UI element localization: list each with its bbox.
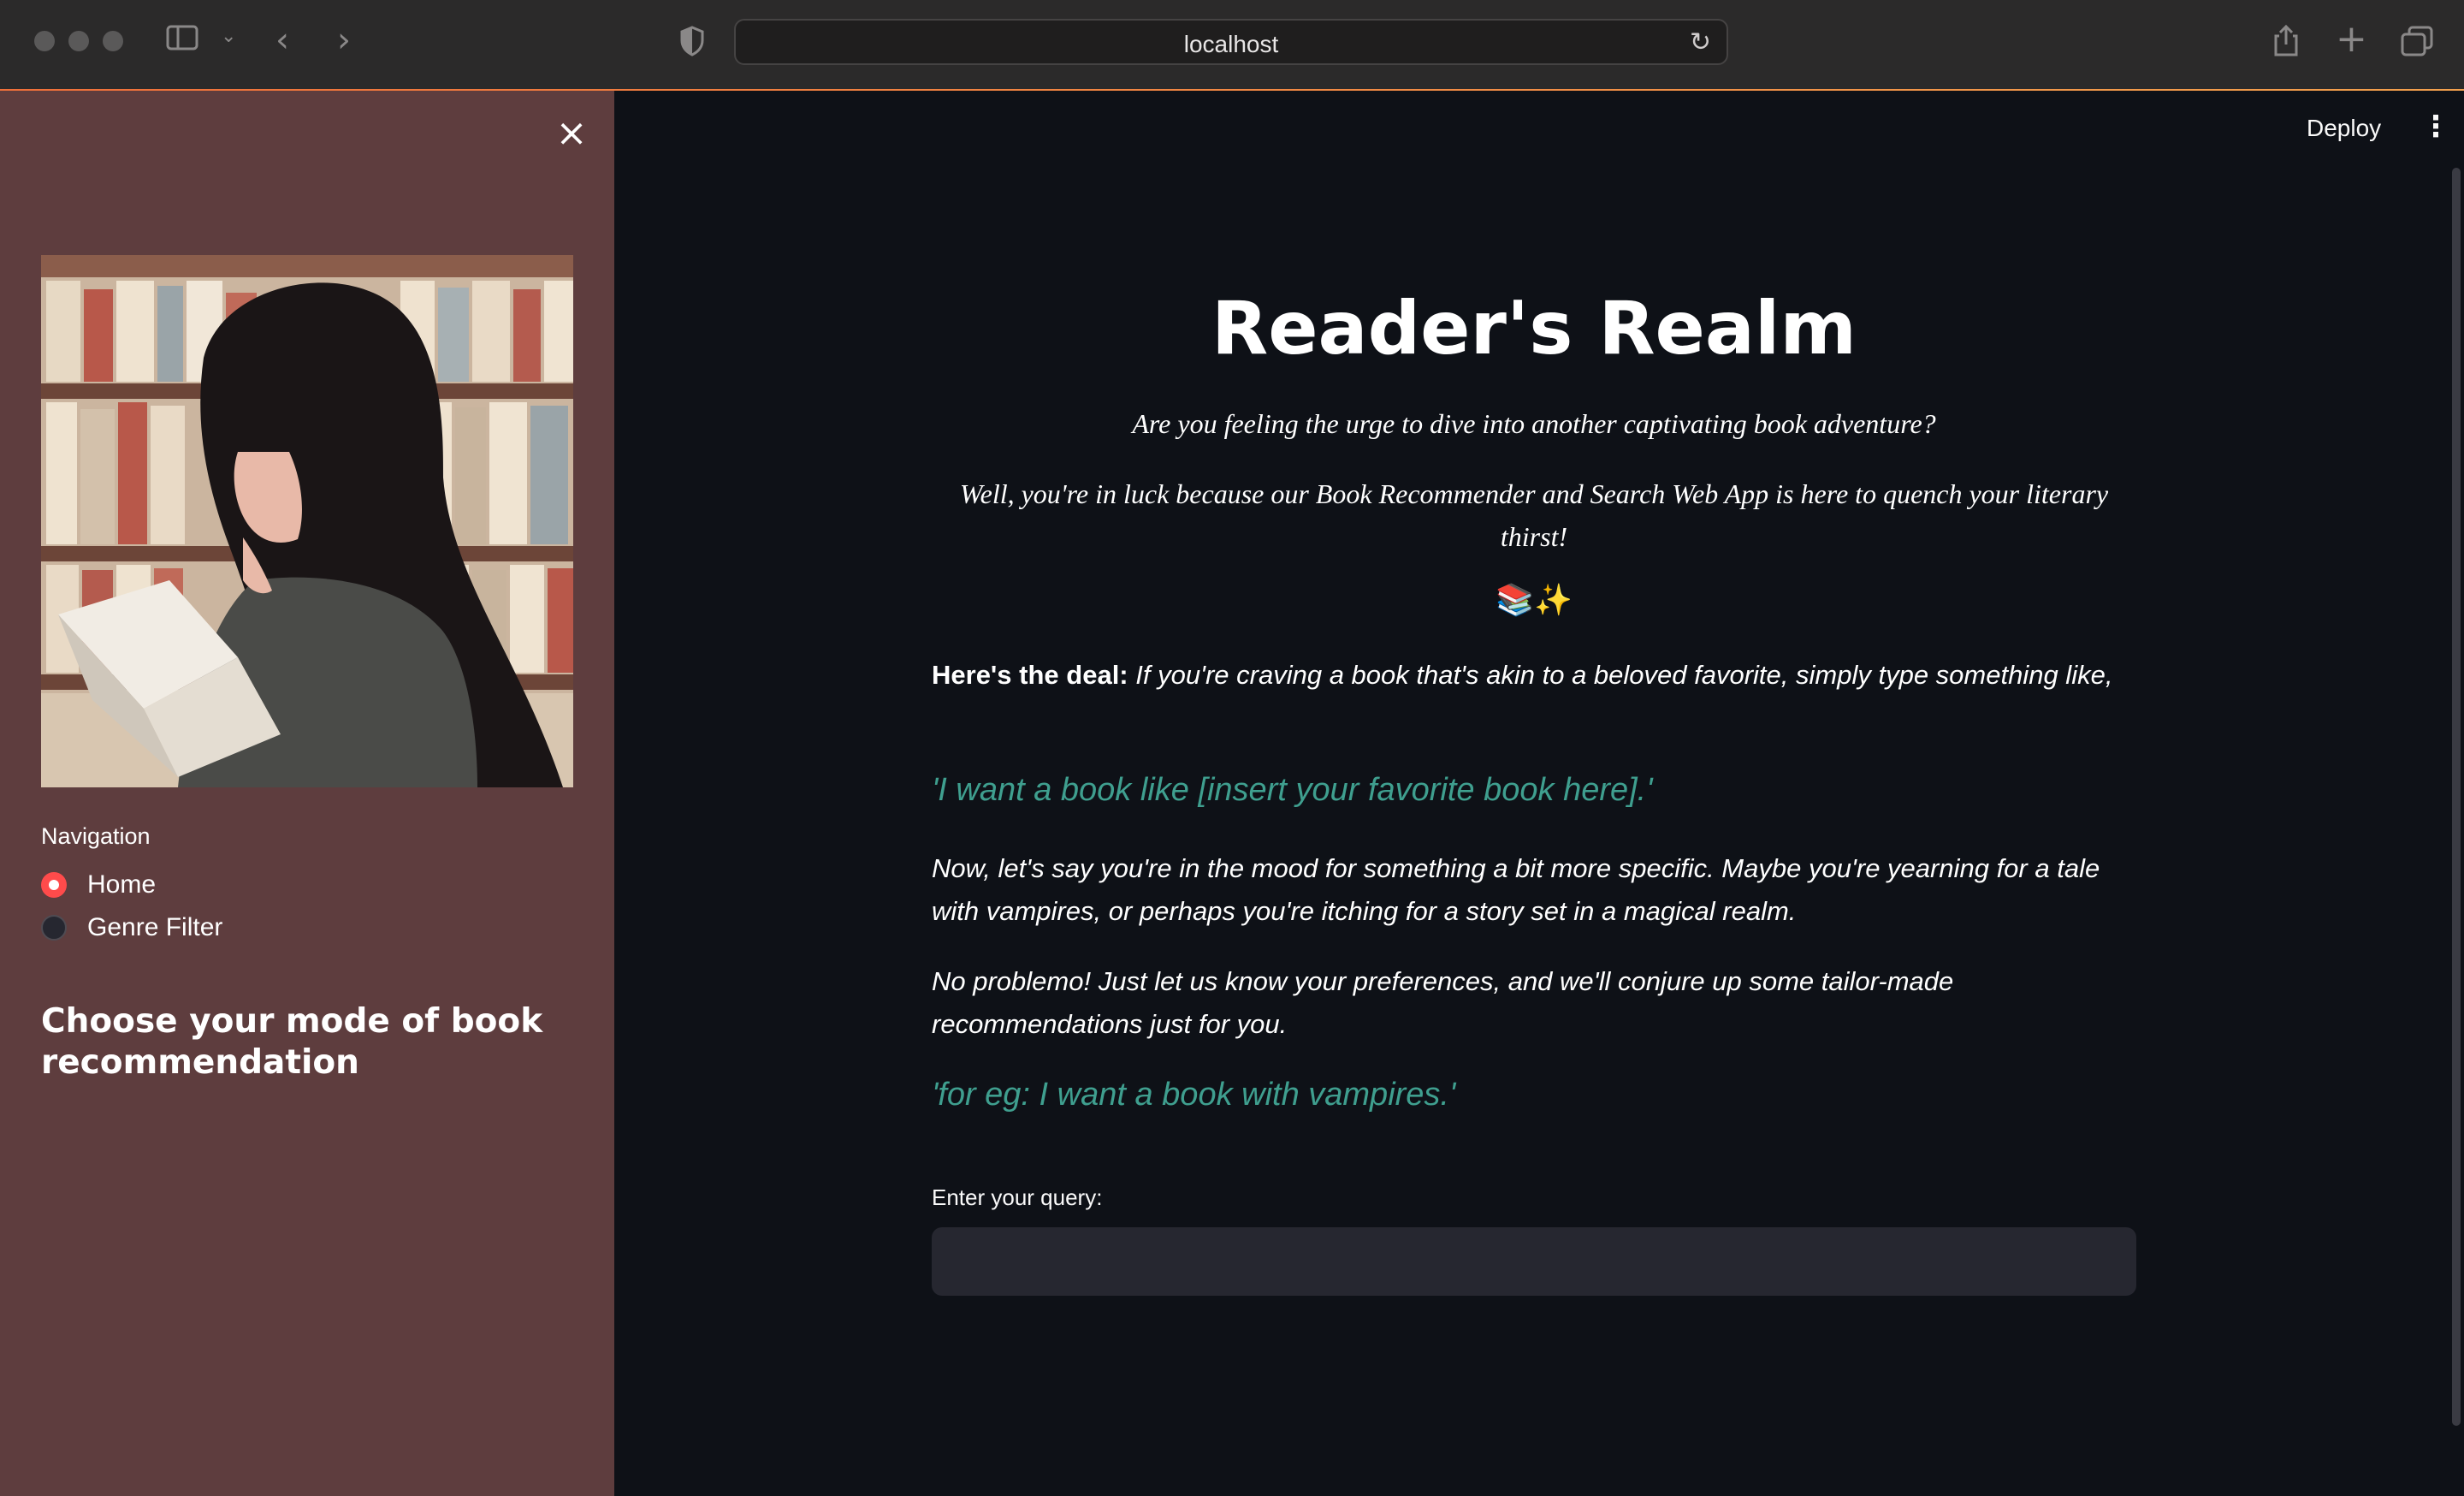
deal-paragraph: Here's the deal: If you're craving a boo…: [932, 654, 2136, 697]
example-query-2: 'for eg: I want a book with vampires.': [932, 1077, 1456, 1113]
tab-overview-icon[interactable]: [2401, 26, 2433, 60]
preferences-paragraph: No problemo! Just let us know your prefe…: [932, 966, 1954, 1039]
sidebar: × Navigation Home Genre Filter Choose yo…: [0, 91, 614, 1496]
scrollbar[interactable]: [2452, 168, 2461, 1426]
chevron-down-icon[interactable]: ⌄: [221, 26, 236, 47]
address-bar[interactable]: localhost ↻: [734, 19, 1728, 65]
browser-toolbar: ⌄ ‹ › localhost ↻ +: [0, 0, 2464, 91]
deploy-button[interactable]: Deploy: [2307, 115, 2381, 142]
close-sidebar-icon[interactable]: ×: [554, 115, 589, 152]
maximize-window-button[interactable]: [103, 31, 123, 51]
sidebar-illustration: [41, 255, 573, 787]
radio-button-selected[interactable]: [41, 872, 67, 898]
back-icon[interactable]: ‹: [275, 21, 289, 60]
intro-line-1: Are you feeling the urge to dive into an…: [1132, 408, 1936, 439]
specific-mood-paragraph: Now, let's say you're in the mood for so…: [932, 853, 2100, 926]
radio-button-unselected[interactable]: [41, 915, 67, 941]
books-sparkles-emoji: 📚✨: [1496, 583, 1573, 618]
query-input[interactable]: [932, 1227, 2136, 1296]
url-text: localhost: [1183, 31, 1279, 57]
radio-option-genre-filter[interactable]: Genre Filter: [41, 909, 222, 947]
shield-icon[interactable]: [679, 26, 705, 60]
close-window-button[interactable]: [34, 31, 55, 51]
reload-icon[interactable]: ↻: [1690, 27, 1711, 57]
radio-label-genre-filter: Genre Filter: [87, 913, 223, 941]
page-title: Reader's Realm: [1211, 286, 1857, 371]
main-content: Deploy ⋮ Reader's Realm Are you feeling …: [614, 91, 2464, 1496]
new-tab-icon[interactable]: +: [2336, 17, 2367, 61]
example-query-1: 'I want a book like [insert your favorit…: [932, 772, 1653, 808]
navigation-label: Navigation: [41, 823, 151, 849]
deal-bold-label: Here's the deal:: [932, 660, 1128, 690]
minimize-window-button[interactable]: [68, 31, 89, 51]
sidebar-heading: Choose your mode of book recommendation: [41, 1002, 543, 1082]
query-label: Enter your query:: [932, 1184, 1103, 1210]
radio-option-home[interactable]: Home: [41, 866, 156, 904]
sidebar-toggle-icon[interactable]: [166, 24, 198, 51]
more-menu-icon[interactable]: ⋮: [2421, 110, 2450, 144]
forward-icon[interactable]: ›: [337, 21, 351, 60]
intro-line-2: Well, you're in luck because our Book Re…: [959, 478, 2109, 552]
radio-label-home: Home: [87, 870, 157, 899]
share-icon[interactable]: [2272, 24, 2300, 62]
deal-text: If you're craving a book that's akin to …: [1128, 660, 2113, 690]
